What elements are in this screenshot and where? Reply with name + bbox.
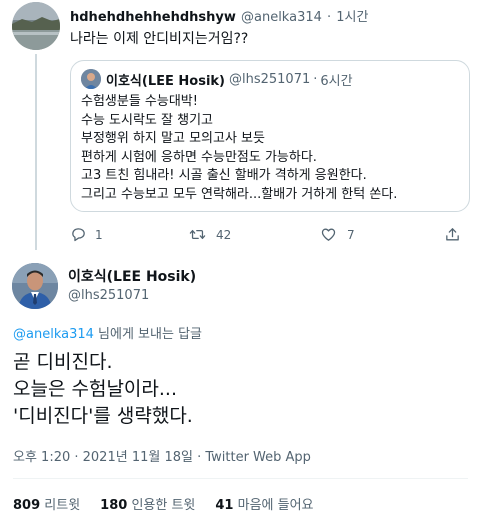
- like-count: 7: [347, 227, 355, 242]
- like-icon: [321, 228, 336, 241]
- likes-stat[interactable]: 41 마음에 들어요: [215, 494, 313, 513]
- tweet-meta[interactable]: 오후 1:20 · 2021년 11월 18일 · Twitter Web Ap…: [13, 446, 311, 465]
- quoted-tweet-text: 수험생분들 수능대박! 수능 도시락도 잘 챙기고 부정행위 하지 말고 모의고…: [81, 93, 397, 204]
- share-icon: [446, 228, 459, 241]
- reply-icon: [72, 228, 85, 242]
- text-line: '디비진다'를 생략했다.: [13, 405, 193, 427]
- likes-count: 41: [215, 498, 234, 513]
- engagement-stats: 809 리트윗 180 인용한 트윗 41 마음에 들어요: [13, 494, 314, 513]
- display-name[interactable]: 이호식(LEE Hosik): [68, 266, 196, 286]
- reply-to-suffix: 님에게 보내는 답글: [98, 327, 202, 342]
- divider: [13, 478, 468, 479]
- display-name[interactable]: hdhehdhehhehdhshyw: [70, 10, 236, 25]
- likes-label: 마음에 들어요: [237, 498, 314, 513]
- text-line: 그리고 수능보고 모두 연락해라...할배가 거하게 한턱 쏜다.: [81, 186, 398, 202]
- avatar[interactable]: [12, 2, 60, 50]
- timestamp: 6시간: [320, 73, 353, 89]
- like-button[interactable]: 7: [320, 226, 355, 243]
- avatar: [81, 69, 101, 89]
- avatar-image: [12, 263, 58, 309]
- quotes-stat[interactable]: 180 인용한 트윗: [100, 494, 195, 513]
- retweet-icon: [189, 229, 206, 240]
- text-line: 오늘은 수험날이라...: [13, 378, 177, 400]
- reply-tweet-header: hdhehdhehhehdhshyw @anelka314 · 1시간: [70, 6, 368, 25]
- text-line: 수능 도시락도 잘 챙기고: [81, 112, 213, 128]
- retweet-count: 42: [216, 227, 232, 242]
- share-button[interactable]: [444, 226, 461, 243]
- avatar[interactable]: [12, 263, 58, 309]
- retweets-stat[interactable]: 809 리트윗: [13, 494, 80, 513]
- avatar-image: [81, 69, 101, 89]
- timestamp[interactable]: 1시간: [336, 10, 368, 25]
- quoted-tweet-card[interactable]: 이호식(LEE Hosik) @lhs251071 · 6시간 수험생분들 수능…: [70, 60, 470, 212]
- handle[interactable]: @anelka314: [241, 10, 322, 25]
- separator-dot: ·: [326, 10, 332, 25]
- reply-button[interactable]: 1: [70, 226, 103, 243]
- reply-count: 1: [95, 227, 103, 242]
- thread-connector: [35, 54, 37, 250]
- reply-to-link[interactable]: @anelka314: [13, 327, 94, 342]
- handle: @lhs251071: [228, 71, 311, 87]
- main-tweet-text: 곧 디비진다. 오늘은 수험날이라... '디비진다'를 생략했다.: [13, 349, 193, 430]
- reply-tweet-text: 나라는 이제 안디비지는거임??: [70, 31, 249, 47]
- quotes-count: 180: [100, 498, 128, 513]
- text-line: 수험생분들 수능대박!: [81, 94, 198, 109]
- text-line: 곧 디비진다.: [13, 351, 113, 373]
- text-line: 부정행위 하지 말고 모의고사 보듯: [81, 131, 265, 146]
- retweets-count: 809: [13, 498, 41, 513]
- text-line: 고3 트친 힘내라! 시골 출신 할배가 격하게 응원한다.: [81, 168, 367, 183]
- quoted-tweet-header: 이호식(LEE Hosik) @lhs251071 · 6시간: [81, 69, 353, 89]
- display-name: 이호식(LEE Hosik): [106, 73, 225, 89]
- reply-context: @anelka314 님에게 보내는 답글: [13, 323, 202, 342]
- handle[interactable]: @lhs251071: [68, 288, 149, 303]
- retweets-label: 리트윗: [44, 498, 81, 513]
- retweet-button[interactable]: 42: [189, 226, 231, 243]
- avatar-image: [12, 2, 60, 50]
- text-line: 편하게 시험에 응하면 수능만점도 가능하다.: [81, 149, 317, 165]
- separator-dot: ·: [313, 71, 318, 87]
- quotes-label: 인용한 트윗: [131, 498, 196, 513]
